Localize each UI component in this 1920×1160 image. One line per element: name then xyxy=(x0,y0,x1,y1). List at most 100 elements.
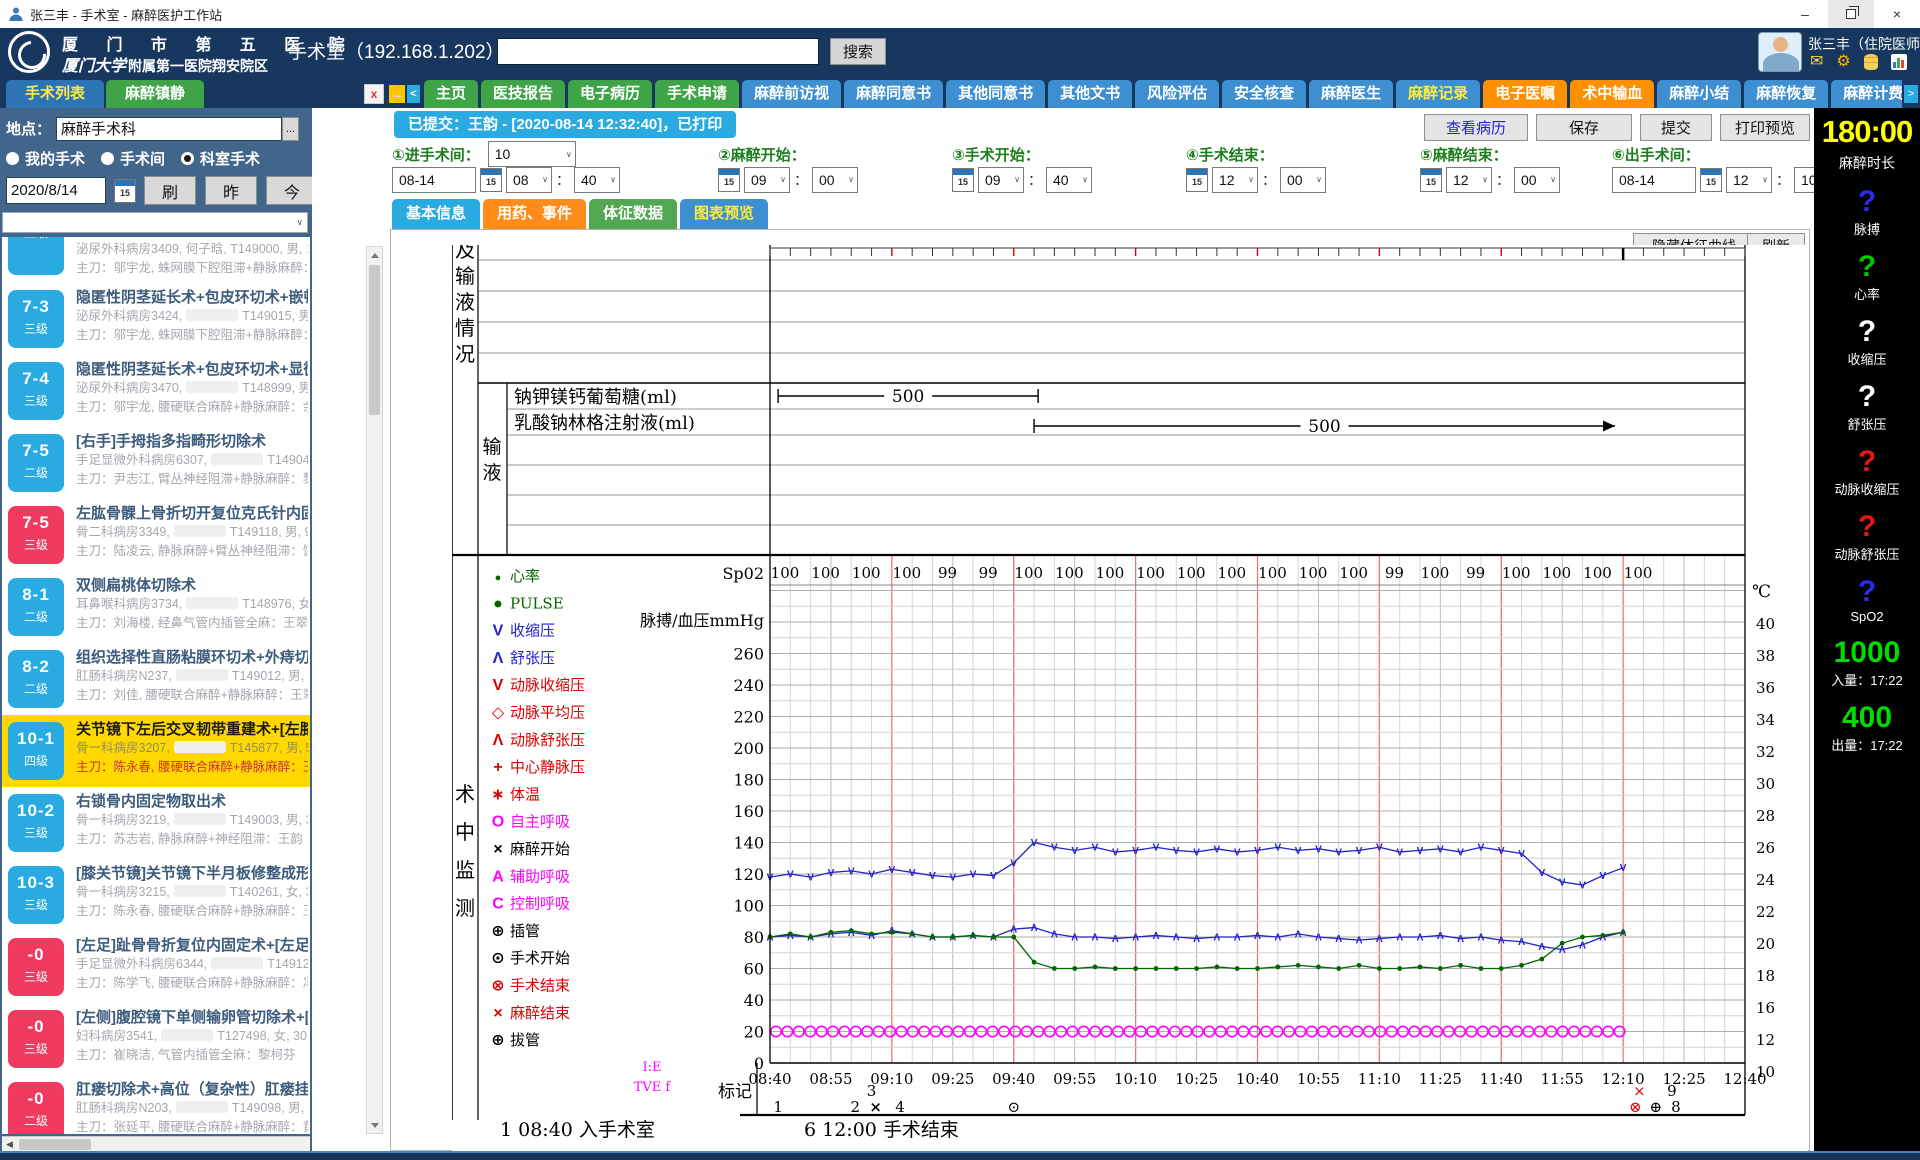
nav-tab[interactable]: 电子病历 xyxy=(568,80,652,108)
radio-department-surgeries[interactable]: 科室手术 xyxy=(181,148,260,169)
surgery-list-item[interactable]: -0二级肛瘘切除术+高位（复杂性）肛瘘挂线术肛肠科病房N203,T149098,… xyxy=(2,1075,310,1134)
subtab[interactable]: 基本信息 xyxy=(392,199,480,229)
surgery-search-combobox[interactable]: ∨ xyxy=(2,212,308,233)
nav-tab[interactable]: 安全核查 xyxy=(1222,80,1306,108)
date-field[interactable]: 08-14 xyxy=(1612,167,1696,193)
hour-select[interactable]: 12∨ xyxy=(1446,167,1492,193)
subtab[interactable]: 体征数据 xyxy=(589,199,677,229)
location-input[interactable] xyxy=(56,117,282,141)
surgery-list-item[interactable]: 10-3三级[膝关节镜]关节镜下半月板修整成形术+关骨一科病房3215,T140… xyxy=(2,859,310,931)
date-field[interactable]: 08-14 xyxy=(392,167,476,193)
mail-icon[interactable]: ✉ xyxy=(1810,54,1823,70)
calendar-icon[interactable]: 15 xyxy=(1700,168,1722,192)
surgery-list-item[interactable]: 10-1四级关节镜下左后交叉韧带重建术+[左膝关节骨一科病房3207,T1458… xyxy=(2,715,310,787)
calendar-icon[interactable]: 15 xyxy=(1186,168,1208,192)
location-more-button[interactable]: ... xyxy=(282,117,299,141)
minute-select[interactable]: 00∨ xyxy=(1514,167,1560,193)
hour-select[interactable]: 09∨ xyxy=(744,167,790,193)
minute-select[interactable]: 00∨ xyxy=(812,167,858,193)
nav-tab[interactable]: 风险评估 xyxy=(1135,80,1219,108)
nav-tab[interactable]: 麻醉医生 xyxy=(1309,80,1393,108)
close-panel-button[interactable]: x xyxy=(364,84,384,104)
subtab[interactable]: 图表预览 xyxy=(680,199,768,229)
hour-select[interactable]: 12∨ xyxy=(1726,167,1772,193)
surgery-list-item[interactable]: 8-1二级双侧扁桃体切除术耳鼻喉科病房3734,T148976, 女, 26岁主… xyxy=(2,571,310,643)
gear-icon[interactable]: ⚙ xyxy=(1836,54,1850,70)
surgery-list-item[interactable]: 7-3三级隐匿性阴茎延长术+包皮环切术+嵌顿包茎泌尿外科病房3424,T1490… xyxy=(2,283,310,355)
surgery-list-item[interactable]: 7-5三级左肱骨髁上骨折切开复位克氏针内固定术骨二科病房3349,T149118… xyxy=(2,499,310,571)
sidebar-horizontal-scrollbar[interactable]: ◀ xyxy=(2,1136,310,1151)
nav-tab[interactable]: 其他同意书 xyxy=(946,80,1045,108)
svg-text:Λ: Λ xyxy=(1579,940,1586,951)
surgery-list-item[interactable]: -0三级[左侧]腹腔镜下单侧输卵管切除术+[右侧]妇科病房3541,T12749… xyxy=(2,1003,310,1075)
minimize-button[interactable]: – xyxy=(1782,0,1828,28)
hour-select[interactable]: 12∨ xyxy=(1212,167,1258,193)
svg-text:10:40: 10:40 xyxy=(1236,1070,1279,1088)
hour-select[interactable]: 09∨ xyxy=(978,167,1024,193)
tab-scroll-right-button[interactable]: > xyxy=(1904,85,1918,103)
nav-tab[interactable]: 麻醉同意书 xyxy=(844,80,943,108)
nav-tab[interactable]: 麻醉记录 xyxy=(1396,80,1480,108)
sidebar-tab-surgery-list[interactable]: 手术列表 xyxy=(6,80,104,108)
date-button[interactable]: 刷 xyxy=(144,176,196,205)
calendar-icon[interactable]: 15 xyxy=(718,168,740,192)
operating-room-label: 手术室（192.168.1.202） xyxy=(288,37,505,64)
search-input[interactable] xyxy=(497,38,819,65)
nav-tab[interactable]: 术中输血 xyxy=(1570,80,1654,108)
nav-tab[interactable]: 麻醉计费 xyxy=(1831,80,1902,108)
scrollbar-thumb[interactable] xyxy=(19,1139,91,1150)
date-button[interactable]: 昨 xyxy=(205,176,257,205)
nav-tab[interactable]: 主页 xyxy=(424,80,478,108)
surgeon-anesthesia-line: 主刀：崔晓洁, 气管内插管全麻：黎柯芬 xyxy=(76,1046,308,1065)
save-button[interactable]: 保存 xyxy=(1536,114,1632,141)
hour-select[interactable]: 08∨ xyxy=(506,167,552,193)
nav-tab[interactable]: 麻醉小结 xyxy=(1657,80,1741,108)
surgery-title: 左肱骨髁上骨折切开复位克氏针内固定术 xyxy=(76,502,308,523)
minute-select[interactable]: 40∨ xyxy=(574,167,620,193)
surgery-list-item[interactable]: 10-2三级右锁骨内固定物取出术骨一科病房3219,T149003, 男, 38… xyxy=(2,787,310,859)
surgery-list-item[interactable]: 8-2二级组织选择性直肠粘膜环切术+外痔切除术肛肠科病房N237,T149012… xyxy=(2,643,310,715)
minute-select[interactable]: 40∨ xyxy=(1046,167,1092,193)
nav-tab[interactable]: 电子医嘱 xyxy=(1483,80,1567,108)
svg-text:麻醉开始: 麻醉开始 xyxy=(510,840,570,858)
tab-overflow-button[interactable]: ... xyxy=(389,85,405,103)
nav-tab[interactable]: 麻醉前访视 xyxy=(742,80,841,108)
room-number-select[interactable]: 10∨ xyxy=(488,141,576,167)
search-button[interactable]: 搜索 xyxy=(830,38,886,65)
chart-icon[interactable] xyxy=(1891,54,1907,70)
calendar-icon[interactable]: 15 xyxy=(952,168,974,192)
database-icon[interactable] xyxy=(1864,54,1878,70)
nav-tab[interactable]: 医技报告 xyxy=(481,80,565,108)
svg-text:Λ: Λ xyxy=(1376,934,1383,945)
view-record-button[interactable]: 查看病历 xyxy=(1424,114,1528,141)
tab-scroll-left-button[interactable]: < xyxy=(407,85,420,103)
nav-tab[interactable]: 手术申请 xyxy=(655,80,739,108)
nav-tab[interactable]: 其他文书 xyxy=(1048,80,1132,108)
surgery-list-item[interactable]: -0三级[左足]趾骨骨折复位内固定术+[左足]清创手足显微外科病房6344,T1… xyxy=(2,931,310,1003)
svg-text:Λ: Λ xyxy=(1092,933,1099,944)
scroll-up-arrow[interactable] xyxy=(367,247,382,263)
print-preview-button[interactable]: 打印预览 xyxy=(1720,114,1810,141)
calendar-icon[interactable]: 15 xyxy=(1420,168,1442,192)
sidebar-tab-sedation[interactable]: 麻醉镇静 xyxy=(106,80,204,108)
maximize-button[interactable] xyxy=(1828,0,1874,28)
scroll-down-arrow[interactable] xyxy=(367,1117,382,1133)
date-button[interactable]: 今 xyxy=(266,176,318,205)
close-button[interactable]: × xyxy=(1874,0,1920,28)
patient-info-line: 骨一科病房3215,T140261, 女, 38岁 xyxy=(76,883,308,902)
surgery-list-item[interactable]: 7-4三级隐匿性阴茎延长术+包皮环切术+显微镜下泌尿外科病房3470,T1489… xyxy=(2,355,310,427)
radio-my-surgeries[interactable]: 我的手术 xyxy=(6,148,85,169)
minute-select[interactable]: 00∨ xyxy=(1280,167,1326,193)
calendar-icon[interactable]: 15 xyxy=(480,168,502,192)
subtab[interactable]: 用药、事件 xyxy=(483,199,586,229)
user-avatar[interactable] xyxy=(1758,32,1802,72)
surgery-list-item[interactable]: 7-5二级[右手]手拇指多指畸形切除术手足显微外科病房6307,T149046,… xyxy=(2,427,310,499)
date-input[interactable] xyxy=(6,177,106,204)
nav-tab[interactable]: 麻醉恢复 xyxy=(1744,80,1828,108)
surgery-list-item[interactable]: 三级泌尿外科病房3409, 何子晗, T149000, 男, 12岁主刀：邬宇龙… xyxy=(2,237,310,283)
scroll-left-arrow[interactable]: ◀ xyxy=(2,1137,17,1152)
calendar-icon[interactable]: 15 xyxy=(114,179,136,203)
left-vertical-scrollbar[interactable] xyxy=(366,246,383,1134)
radio-operating-room[interactable]: 手术间 xyxy=(101,148,165,169)
submit-button[interactable]: 提交 xyxy=(1640,114,1712,141)
